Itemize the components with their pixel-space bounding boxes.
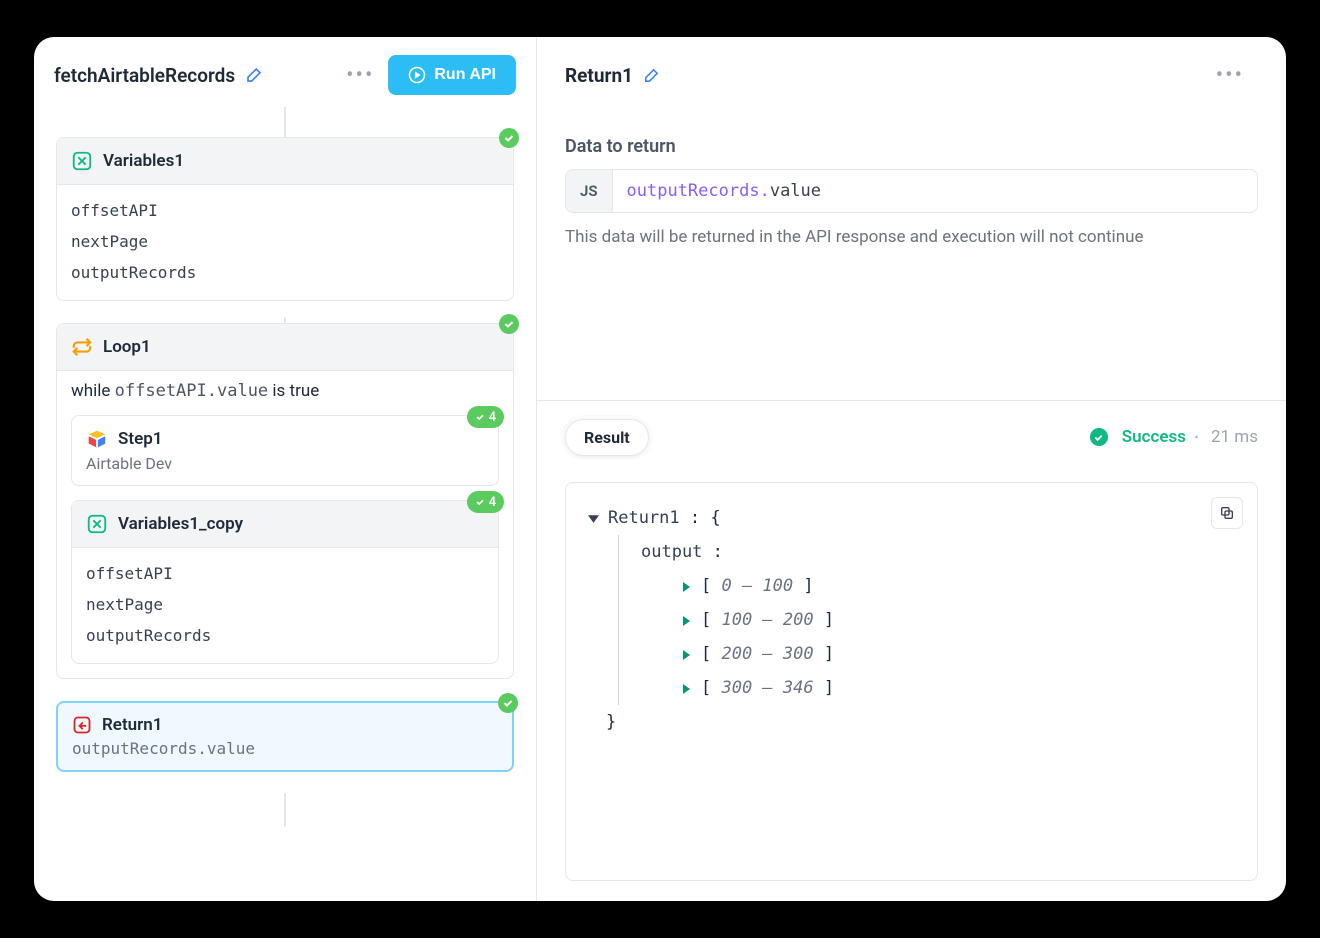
loop-icon (71, 336, 93, 358)
more-icon[interactable]: ••• (332, 63, 388, 88)
variable-item: nextPage (71, 226, 499, 257)
play-icon (408, 66, 426, 84)
json-line[interactable]: [ 200 – 300 ] (619, 637, 1239, 671)
workflow-canvas: Variables1 offsetAPI nextPage outputReco… (34, 107, 536, 901)
timing-text: 21 ms (1211, 427, 1258, 447)
variables-icon (71, 150, 93, 172)
json-line[interactable]: output : (619, 535, 1239, 569)
success-count-badge: 4 (467, 491, 504, 513)
airtable-icon (86, 428, 108, 450)
success-icon (1090, 428, 1108, 446)
variable-item: offsetAPI (86, 558, 484, 589)
result-tab[interactable]: Result (565, 419, 649, 456)
section-label: Data to return (565, 136, 1258, 157)
variable-item: nextPage (86, 589, 484, 620)
status-text: Success (1122, 427, 1186, 447)
return-icon (72, 715, 92, 735)
caret-down-icon[interactable] (584, 512, 602, 523)
helper-text: This data will be returned in the API re… (565, 227, 1258, 247)
caret-right-icon[interactable] (677, 683, 695, 693)
return1-value: outputRecords.value (72, 739, 498, 758)
edit-icon[interactable] (643, 67, 660, 84)
left-header: fetchAirtableRecords ••• Run API (34, 37, 536, 107)
caret-right-icon[interactable] (677, 581, 695, 591)
json-line: } (584, 705, 1239, 739)
variable-item: outputRecords (71, 257, 499, 288)
caret-right-icon[interactable] (677, 649, 695, 659)
block-loop1[interactable]: Loop1 while offsetAPI.value is true 4 (56, 323, 514, 679)
expression-text: outputRecords.value (613, 181, 836, 201)
step1-subtitle: Airtable Dev (86, 454, 484, 473)
variables1-copy-title: Variables1_copy (118, 514, 243, 534)
more-icon[interactable]: ••• (1202, 63, 1258, 88)
detail-title: Return1 (565, 64, 633, 87)
edit-icon[interactable] (245, 66, 263, 84)
variables-icon (86, 513, 108, 535)
success-count-badge: 4 (467, 406, 504, 428)
variables1-body: offsetAPI nextPage outputRecords (57, 185, 513, 300)
block-return1[interactable]: Return1 outputRecords.value (56, 701, 514, 772)
json-line[interactable]: Return1 : { (584, 501, 1239, 535)
caret-right-icon[interactable] (677, 615, 695, 625)
success-icon (499, 314, 519, 334)
run-api-button[interactable]: Run API (388, 55, 516, 95)
return1-title: Return1 (102, 715, 162, 735)
left-panel: fetchAirtableRecords ••• Run API (34, 37, 537, 901)
result-json[interactable]: Return1 : { output : [ 0 – 100 ] (565, 482, 1258, 881)
variable-item: offsetAPI (71, 195, 499, 226)
json-line[interactable]: [ 300 – 346 ] (619, 671, 1239, 705)
workflow-title: fetchAirtableRecords (54, 64, 235, 87)
js-badge: JS (566, 170, 613, 212)
right-panel: Return1 ••• Data to return JS outputReco… (537, 37, 1286, 901)
run-api-label: Run API (434, 66, 496, 84)
app-window: fetchAirtableRecords ••• Run API (34, 37, 1286, 901)
result-panel: Result Success · 21 ms (537, 400, 1286, 901)
variables1-title: Variables1 (103, 151, 184, 171)
block-variables1[interactable]: Variables1 offsetAPI nextPage outputReco… (56, 137, 514, 301)
loop-condition: while offsetAPI.value is true (57, 371, 513, 401)
loop1-title: Loop1 (103, 337, 151, 357)
expression-input[interactable]: JS outputRecords.value (565, 169, 1258, 213)
copy-button[interactable] (1211, 497, 1243, 529)
block-step1[interactable]: 4 Step1 (71, 415, 499, 486)
block-variables1-copy[interactable]: 4 Variables1_copy (71, 500, 499, 664)
success-icon (499, 128, 519, 148)
variables1-copy-body: offsetAPI nextPage outputRecords (72, 548, 498, 663)
json-line[interactable]: [ 100 – 200 ] (619, 603, 1239, 637)
success-icon (498, 693, 518, 713)
variable-item: outputRecords (86, 620, 484, 651)
step1-title: Step1 (118, 429, 163, 449)
json-line[interactable]: [ 0 – 100 ] (619, 569, 1239, 603)
